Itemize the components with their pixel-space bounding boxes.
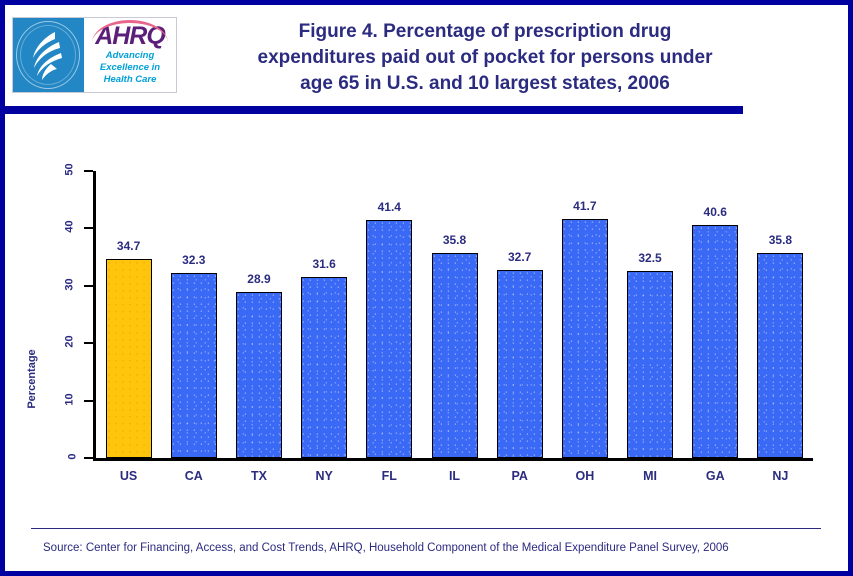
bar-value-mi: 32.5 — [638, 251, 662, 265]
bar-series: 34.7 US 32.3 CA 28.9 TX 31.6 NY 41.4 FL 35.8 IL 32.7… — [96, 171, 813, 483]
ahrq-logo: AHRQ Advancing Excellence in Health Care — [12, 17, 177, 93]
hhs-seal-icon — [13, 18, 84, 92]
bar-value-fl: 41.4 — [377, 200, 401, 214]
bar-ny[interactable] — [301, 277, 348, 458]
y-tick-label-40: 40 — [63, 220, 76, 234]
bar-value-ca: 32.3 — [182, 253, 206, 267]
x-tick-label-tx: TX — [250, 469, 267, 483]
bar-nj[interactable] — [757, 253, 804, 458]
bar-value-nj: 35.8 — [768, 233, 793, 247]
y-tick-10: 10 — [63, 393, 93, 405]
bar-group-pa: 32.7 PA — [491, 171, 549, 483]
figure-title-line-1: Figure 4. Percentage of prescription dru… — [298, 21, 672, 42]
bar-group-il: 35.8 IL — [426, 171, 484, 483]
y-tick-label-0: 0 — [66, 453, 79, 460]
bar-ca[interactable] — [170, 273, 217, 458]
header-divider — [5, 106, 743, 114]
bar-us[interactable] — [105, 259, 152, 458]
bar-group-nj: 35.8 NJ — [751, 171, 809, 483]
bar-value-ga: 40.6 — [703, 205, 727, 219]
y-tick-label-20: 20 — [63, 335, 76, 348]
bar-value-oh: 41.7 — [573, 199, 597, 213]
bar-group-oh: 41.7 OH — [556, 171, 614, 483]
hhs-bird-icon — [33, 32, 62, 80]
figure-title-line-2: expenditures paid out of pocket for pers… — [257, 47, 713, 68]
x-tick-label-pa: PA — [511, 469, 528, 483]
bar-tx[interactable] — [235, 292, 282, 458]
x-tick-label-ca: CA — [184, 469, 203, 483]
y-tick-label-10: 10 — [63, 392, 76, 406]
bar-il[interactable] — [431, 253, 478, 458]
bar-group-ga: 40.6 GA — [686, 171, 744, 483]
bar-pa[interactable] — [496, 270, 543, 458]
source-note: Source: Center for Financing, Access, an… — [43, 542, 729, 554]
x-tick-label-us: US — [119, 469, 138, 483]
x-tick-label-ny: NY — [315, 469, 333, 483]
bar-value-pa: 32.7 — [507, 250, 532, 264]
bar-mi[interactable] — [627, 271, 674, 458]
bar-value-ny: 31.6 — [312, 257, 336, 271]
bar-ga[interactable] — [692, 225, 739, 458]
x-tick-label-il: IL — [448, 469, 461, 483]
bar-group-mi: 32.5 MI — [621, 171, 679, 483]
ahrq-tagline-line-1: Advancing — [105, 50, 155, 61]
bar-group-ca: 32.3 CA — [165, 171, 223, 483]
bar-group-fl: 41.4 FL — [360, 171, 418, 483]
bar-chart: Percentage 0 10 20 30 40 50 34.7 US 32.3 CA 28.9 T… — [5, 114, 848, 524]
bar-group-us: 34.7 US — [100, 171, 158, 483]
x-tick-label-ga: GA — [705, 469, 725, 483]
footer-divider — [31, 528, 821, 529]
ahrq-tagline-line-3: Health Care — [103, 74, 157, 85]
bar-value-us: 34.7 — [116, 239, 141, 253]
bar-value-tx: 28.9 — [247, 272, 271, 286]
y-tick-20: 20 — [63, 336, 93, 348]
x-tick-label-nj: NJ — [772, 469, 789, 483]
ahrq-wordmark: AHRQ Advancing Excellence in Health Care — [84, 18, 176, 92]
plot-area: 0 10 20 30 40 50 34.7 US 32.3 CA 28.9 TX 31.6 NY 41.4… — [63, 163, 813, 483]
y-tick-0: 0 — [66, 453, 93, 460]
bar-oh[interactable] — [561, 219, 608, 458]
figure-title-line-3: age 65 in U.S. and 10 largest states, 20… — [300, 73, 670, 94]
y-tick-label-30: 30 — [63, 278, 76, 291]
x-tick-label-oh: OH — [575, 469, 595, 483]
bar-group-ny: 31.6 NY — [295, 171, 353, 483]
figure-frame: AHRQ Advancing Excellence in Health Care… — [0, 0, 853, 576]
ahrq-tagline-line-2: Excellence in — [99, 62, 161, 73]
bar-value-il: 35.8 — [442, 233, 467, 247]
figure-title: Figure 4. Percentage of prescription dru… — [185, 19, 785, 97]
x-tick-label-mi: MI — [643, 469, 657, 483]
y-tick-label-50: 50 — [63, 163, 76, 176]
y-tick-40: 40 — [63, 221, 93, 233]
bar-fl[interactable] — [366, 220, 413, 458]
x-axis-line — [93, 458, 813, 461]
y-axis-title: Percentage — [26, 349, 38, 409]
figure-header: AHRQ Advancing Excellence in Health Care… — [5, 5, 848, 114]
x-tick-label-fl: FL — [381, 469, 397, 483]
y-tick-50: 50 — [63, 163, 93, 176]
y-tick-30: 30 — [63, 278, 93, 290]
bar-group-tx: 28.9 TX — [230, 171, 288, 483]
